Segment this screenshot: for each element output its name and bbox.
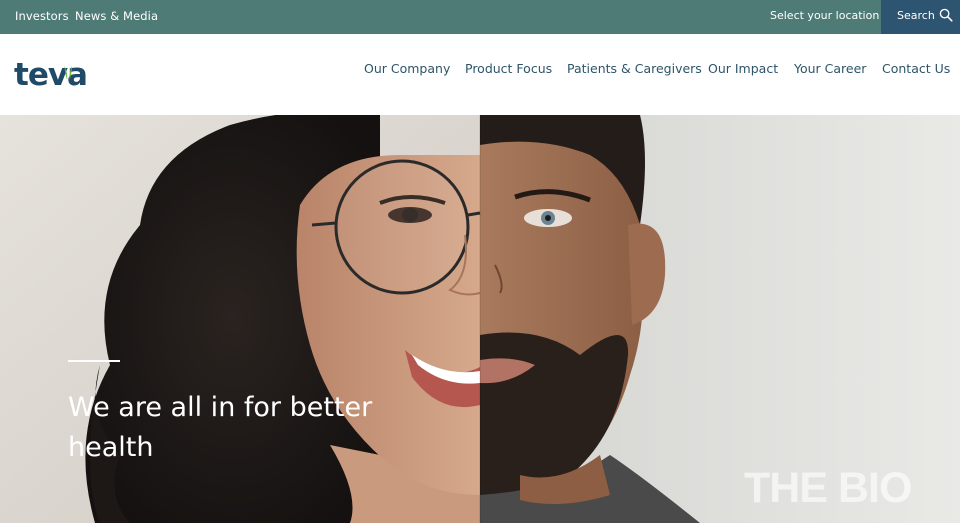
nav-our-impact[interactable]: Our Impact <box>708 61 778 76</box>
nav-our-company[interactable]: Our Company <box>364 61 450 76</box>
search-button[interactable]: Search <box>881 0 960 34</box>
location-selector[interactable]: Select your location <box>770 9 879 22</box>
teva-logo[interactable]: teva <box>14 56 98 92</box>
news-media-link[interactable]: News & Media <box>75 9 158 23</box>
watermark-logo: THE BIO <box>744 464 912 512</box>
investors-link[interactable]: Investors <box>15 9 69 23</box>
nav-contact-us[interactable]: Contact Us <box>882 61 950 76</box>
utility-bar: Investors News & Media Select your locat… <box>0 0 960 34</box>
nav-product-focus[interactable]: Product Focus <box>465 61 552 76</box>
search-label: Search <box>897 9 935 22</box>
search-icon <box>939 8 953 22</box>
hero-headline: We are all in for better health <box>68 392 373 463</box>
nav-your-career[interactable]: Your Career <box>794 61 866 76</box>
main-header: teva Our Company Product Focus Patients … <box>0 34 960 115</box>
hero-banner: We are all in for better health THE BIO <box>0 115 960 523</box>
hero-divider-line <box>68 360 120 362</box>
nav-patients-caregivers[interactable]: Patients & Caregivers <box>567 61 702 76</box>
svg-text:teva: teva <box>14 57 87 92</box>
